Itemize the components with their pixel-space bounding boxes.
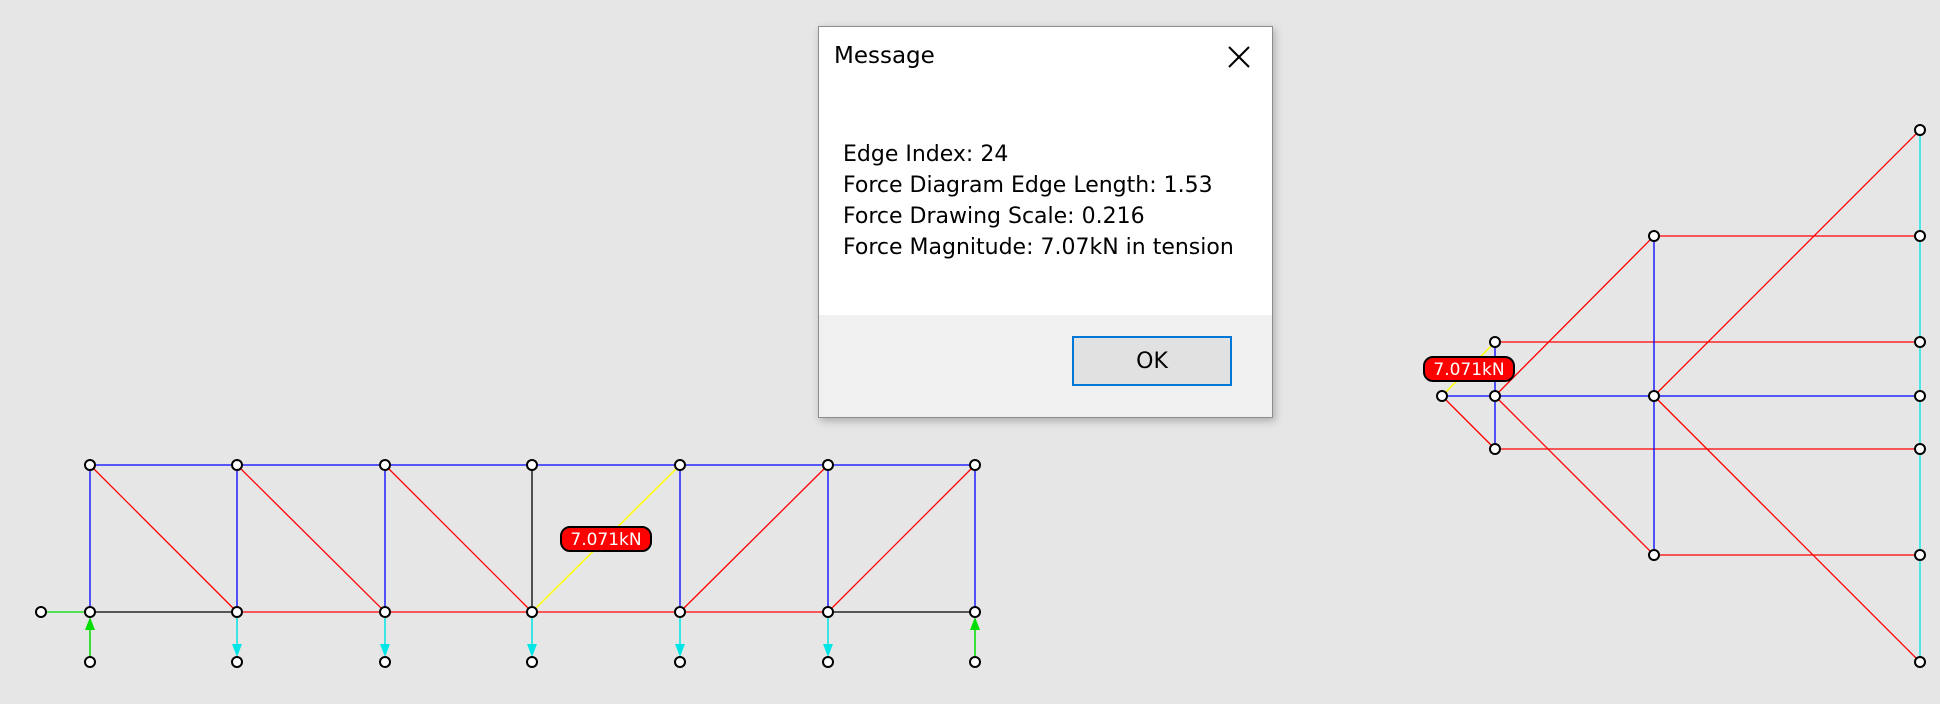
load-arrowhead [232, 644, 242, 657]
node[interactable] [1914, 656, 1926, 668]
node[interactable] [1489, 336, 1501, 348]
form-force-label: 7.071kN [560, 526, 652, 552]
node[interactable] [526, 459, 538, 471]
node[interactable] [674, 459, 686, 471]
node[interactable] [1914, 124, 1926, 136]
node[interactable] [1648, 390, 1660, 402]
node[interactable] [231, 459, 243, 471]
node[interactable] [1436, 390, 1448, 402]
truss-edge[interactable] [236, 464, 386, 613]
ok-button[interactable]: OK [1072, 336, 1232, 386]
node[interactable] [526, 656, 538, 668]
force-diagram-label-text: 7.071kN [1433, 360, 1504, 380]
node[interactable] [1914, 230, 1926, 242]
drawing-scale-line: Force Drawing Scale: 0.216 [843, 204, 1145, 229]
form-nodes [35, 459, 981, 668]
node[interactable] [84, 656, 96, 668]
force-diagram-label: 7.071kN [1423, 356, 1515, 382]
load-arrowhead [380, 644, 390, 657]
node[interactable] [969, 459, 981, 471]
reaction-arrowhead [85, 617, 95, 630]
node[interactable] [969, 656, 981, 668]
node[interactable] [526, 606, 538, 618]
force-edge[interactable] [1653, 395, 1921, 663]
node[interactable] [674, 606, 686, 618]
dialog-title: Message [834, 43, 935, 69]
edge-index-line: Edge Index: 24 [843, 142, 1009, 167]
node[interactable] [674, 656, 686, 668]
force-edge[interactable] [1494, 235, 1655, 397]
truss-edge[interactable] [827, 464, 976, 613]
node[interactable] [1648, 549, 1660, 561]
force-magnitude-line: Force Magnitude: 7.07kN in tension [843, 235, 1234, 260]
node[interactable] [379, 459, 391, 471]
node[interactable] [84, 459, 96, 471]
form-diagram[interactable]: 7.071kN [35, 459, 981, 668]
node[interactable] [231, 656, 243, 668]
truss-edge[interactable] [89, 464, 238, 613]
force-edge[interactable] [1441, 395, 1496, 450]
node[interactable] [1914, 390, 1926, 402]
node[interactable] [822, 606, 834, 618]
form-force-label-text: 7.071kN [570, 530, 641, 550]
ok-button-label: OK [1136, 348, 1168, 374]
dialog-message: Edge Index: 24 Force Diagram Edge Length… [843, 139, 1234, 263]
force-edge[interactable] [1653, 129, 1921, 397]
load-arrowhead [527, 644, 537, 657]
reaction-arrowhead [970, 617, 980, 630]
load-arrowhead [675, 644, 685, 657]
close-icon [1228, 46, 1250, 68]
load-arrowhead [823, 644, 833, 657]
edge-length-line: Force Diagram Edge Length: 1.53 [843, 173, 1213, 198]
load-arrows [232, 612, 833, 657]
node[interactable] [379, 656, 391, 668]
truss-edge[interactable] [384, 464, 533, 613]
node[interactable] [969, 606, 981, 618]
node[interactable] [1489, 443, 1501, 455]
force-diagram[interactable]: 7.071kN [1423, 124, 1926, 668]
node[interactable] [35, 606, 47, 618]
node[interactable] [84, 606, 96, 618]
node[interactable] [231, 606, 243, 618]
message-dialog: Message Edge Index: 24 Force Diagram Edg… [818, 26, 1273, 418]
close-button[interactable] [1219, 39, 1259, 75]
node[interactable] [1914, 549, 1926, 561]
dialog-footer: OK [819, 315, 1272, 417]
node[interactable] [1914, 443, 1926, 455]
truss-edge[interactable] [679, 464, 829, 613]
force-edge[interactable] [1494, 395, 1655, 556]
node[interactable] [1648, 230, 1660, 242]
node[interactable] [822, 459, 834, 471]
node[interactable] [1914, 336, 1926, 348]
node[interactable] [822, 656, 834, 668]
node[interactable] [1489, 390, 1501, 402]
node[interactable] [379, 606, 391, 618]
